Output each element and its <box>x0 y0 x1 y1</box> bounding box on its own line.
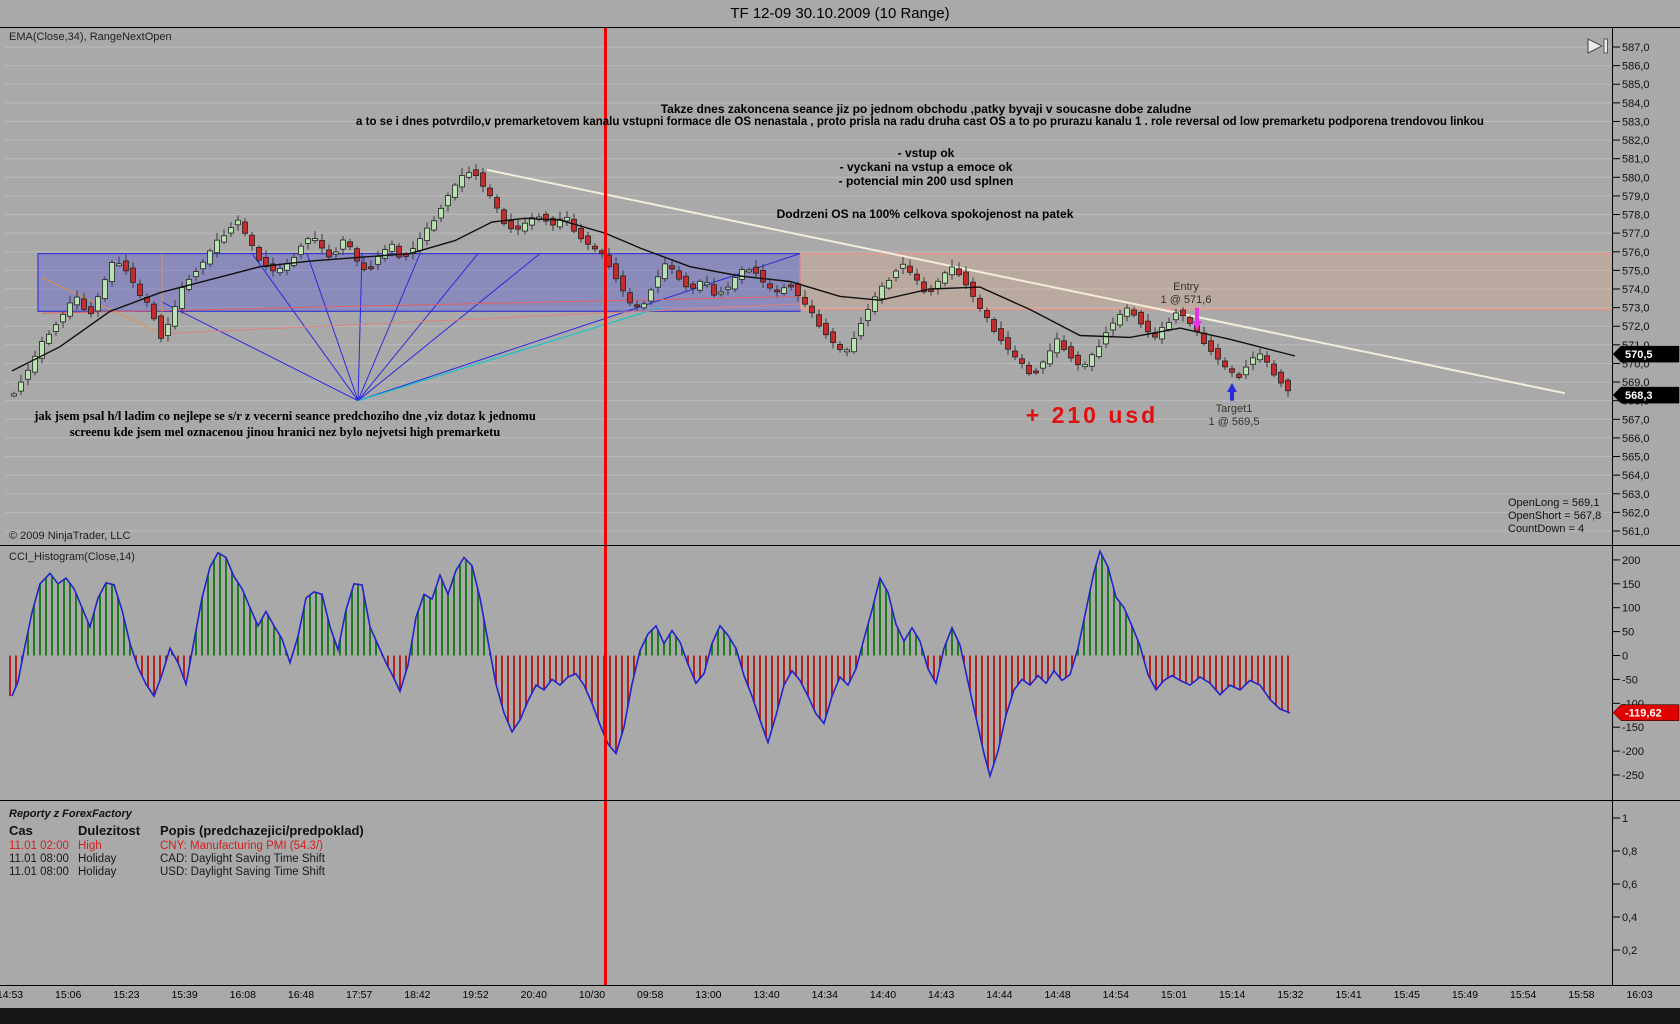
time-axis-label: 13:40 <box>753 989 780 1001</box>
svg-text:0,4: 0,4 <box>1622 912 1637 924</box>
report-row-cell: CNY: Manufacturing PMI (54.3/) <box>160 840 323 852</box>
time-axis-label: 18:42 <box>404 989 431 1001</box>
svg-text:0,6: 0,6 <box>1622 879 1637 891</box>
open-long-value: OpenLong = 569,1 <box>1508 497 1600 509</box>
profit-text: + 210 usd <box>1025 402 1159 428</box>
time-axis-label: 15:06 <box>55 989 82 1001</box>
time-axis-label: 15:39 <box>171 989 198 1001</box>
report-row-cell: USD: Daylight Saving Time Shift <box>160 866 325 878</box>
forex-factory-reports-panel: Reporty z ForexFactory Cas Dulezitost Po… <box>9 808 649 878</box>
time-axis-label: 20:40 <box>520 989 547 1001</box>
time-axis-label: 14:34 <box>811 989 838 1001</box>
panel-divider[interactable] <box>0 800 1680 801</box>
time-axis-label: 15:49 <box>1451 989 1479 1001</box>
time-axis-label: 19:52 <box>462 989 489 1001</box>
note-checklist-2: - vyckani na vstup a emoce ok <box>839 160 1013 174</box>
report-row-cell: CAD: Daylight Saving Time Shift <box>160 853 325 865</box>
chart-title-bar: TF 12-09 30.10.2009 (10 Range) <box>0 0 1680 28</box>
report-row-cell: 11.01 02:00 <box>9 840 69 852</box>
countdown-value: CountDown = 4 <box>1508 523 1585 535</box>
note-checklist-3: - potencial min 200 usd splnen <box>838 174 1014 188</box>
time-axis-label: 14:48 <box>1044 989 1071 1001</box>
note-checklist-1: - vstup ok <box>897 146 955 160</box>
cci-indicator-label: CCI_Histogram(Close,14) <box>9 551 135 563</box>
price-indicator-label: EMA(Close,34), RangeNextOpen <box>9 31 172 43</box>
svg-text:1: 1 <box>1622 813 1628 825</box>
serif-note-line2: screenu kde jsem mel oznacenou jinou hra… <box>69 425 501 439</box>
open-short-value: OpenShort = 567,8 <box>1508 510 1602 522</box>
report-row-cell: High <box>78 840 102 852</box>
target-marker-label: Target1 1 @ 569,5 <box>1208 403 1260 428</box>
time-axis-label: 09:58 <box>637 989 664 1001</box>
note-line3: Dodrzeni OS na 100% celkova spokojenost … <box>776 207 1074 221</box>
time-axis-label: 10/30 <box>578 989 606 1001</box>
chart-title: TF 12-09 30.10.2009 (10 Range) <box>730 5 950 22</box>
time-axis-label: 16:08 <box>229 989 256 1001</box>
go-to-end-icon[interactable] <box>1586 37 1610 60</box>
time-axis-label: 14:43 <box>928 989 955 1001</box>
note-line2: a to se i dnes potvrdilo,v premarketovem… <box>356 116 1484 128</box>
cci-histogram-canvas[interactable] <box>0 545 1680 800</box>
report-row-cell: 11.01 08:00 <box>9 853 69 865</box>
copyright-text: © 2009 NinjaTrader, LLC <box>9 530 131 542</box>
reports-header-desc: Popis (predchazejici/predpoklad) <box>160 823 364 838</box>
time-axis-label: 15:58 <box>1568 989 1595 1001</box>
time-axis-label: 15:32 <box>1277 989 1304 1001</box>
report-row-cell: Holiday <box>78 853 117 865</box>
time-axis-label: 17:57 <box>346 989 373 1001</box>
time-axis-label: 14:44 <box>986 989 1013 1001</box>
time-axis-label: 15:23 <box>113 989 140 1001</box>
time-axis-label: 14:54 <box>1102 989 1129 1001</box>
entry-marker-label: Entry 1 @ 571,6 <box>1160 281 1212 306</box>
reports-header-time: Cas <box>9 823 33 838</box>
report-row-cell: Holiday <box>78 866 117 878</box>
time-axis-label: 15:01 <box>1160 989 1188 1001</box>
time-axis-label: 15:45 <box>1393 989 1420 1001</box>
time-axis-label: 13:00 <box>695 989 722 1001</box>
time-axis-label: 16:48 <box>287 989 315 1001</box>
report-row-cell: 11.01 08:00 <box>9 866 69 878</box>
svg-text:0,8: 0,8 <box>1622 846 1637 858</box>
time-axis-label: 15:54 <box>1510 989 1537 1001</box>
time-axis-label: 15:41 <box>1335 989 1362 1001</box>
serif-note-line1: jak jsem psal h/l ladim co nejlepe se s/… <box>34 409 536 423</box>
reports-header-importance: Dulezitost <box>78 823 141 838</box>
time-axis-label: 14:53 <box>0 989 24 1001</box>
session-break-line <box>604 28 607 985</box>
note-line1: Takze dnes zakoncena seance jiz po jedno… <box>660 102 1192 116</box>
time-axis-label: 15:14 <box>1219 989 1246 1001</box>
window-bottom-edge <box>0 1008 1680 1024</box>
svg-text:0,2: 0,2 <box>1622 945 1637 957</box>
time-axis-label: 16:03 <box>1626 989 1653 1001</box>
panel-divider[interactable] <box>0 545 1680 546</box>
time-axis-divider <box>0 985 1680 986</box>
time-axis-label: 14:40 <box>869 989 897 1001</box>
reports-source-label: Reporty z ForexFactory <box>9 808 132 820</box>
ninjatrader-chart-window: TF 12-09 30.10.2009 (10 Range) 587,0 586,… <box>0 0 1680 1024</box>
time-axis[interactable]: 14:53 15:06 15:23 15:39 16:08 16:48 17:57 18:42… <box>0 986 1680 1008</box>
